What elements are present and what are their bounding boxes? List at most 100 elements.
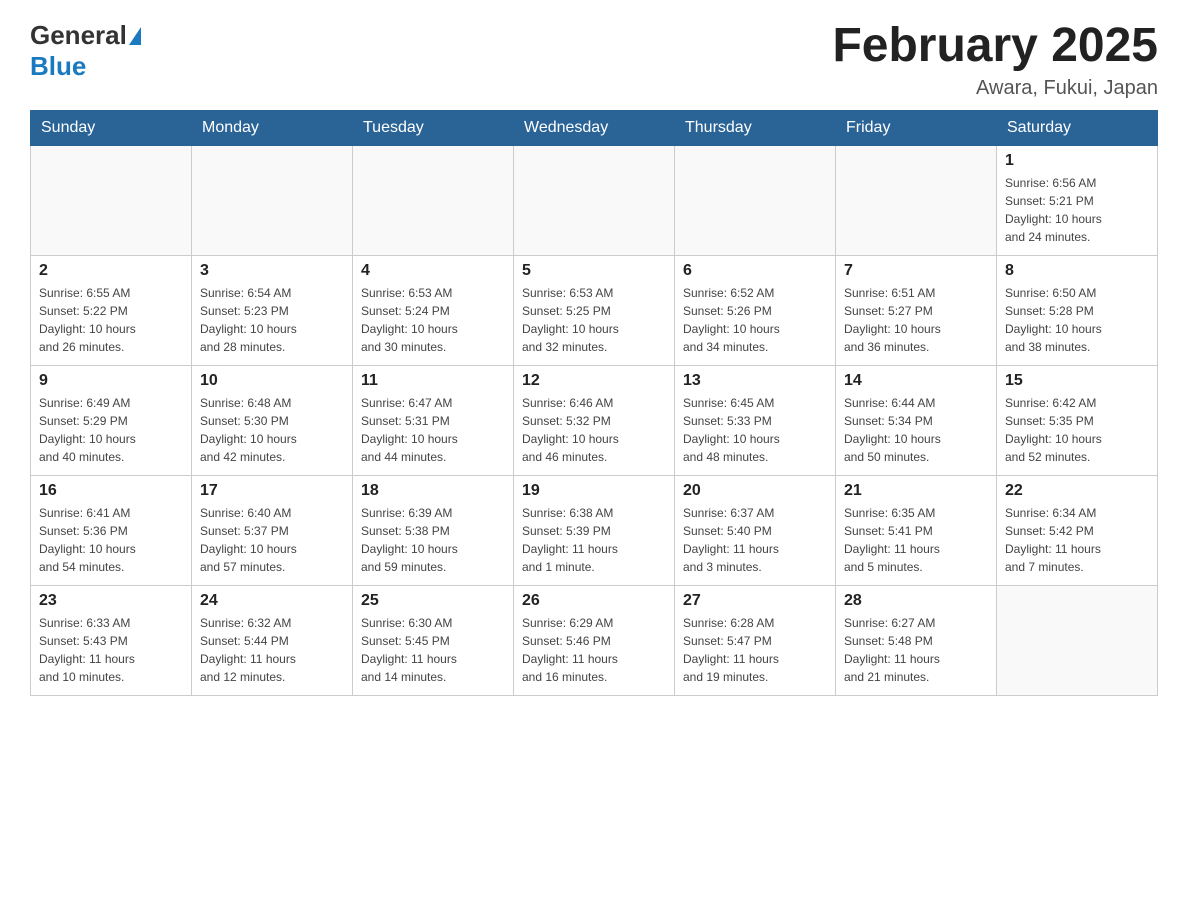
day-info: Sunrise: 6:40 AM Sunset: 5:37 PM Dayligh… — [200, 504, 344, 576]
day-info: Sunrise: 6:28 AM Sunset: 5:47 PM Dayligh… — [683, 614, 827, 686]
day-number: 16 — [39, 482, 183, 500]
day-info: Sunrise: 6:49 AM Sunset: 5:29 PM Dayligh… — [39, 394, 183, 466]
day-number: 7 — [844, 262, 988, 280]
day-info: Sunrise: 6:51 AM Sunset: 5:27 PM Dayligh… — [844, 284, 988, 356]
day-number: 15 — [1005, 372, 1149, 390]
day-number: 4 — [361, 262, 505, 280]
day-info: Sunrise: 6:32 AM Sunset: 5:44 PM Dayligh… — [200, 614, 344, 686]
calendar-cell: 7 Sunrise: 6:51 AM Sunset: 5:27 PM Daylig… — [836, 255, 997, 365]
day-info: Sunrise: 6:55 AM Sunset: 5:22 PM Dayligh… — [39, 284, 183, 356]
calendar-cell: 6 Sunrise: 6:52 AM Sunset: 5:26 PM Daylig… — [675, 255, 836, 365]
week-row-4: 16 Sunrise: 6:41 AM Sunset: 5:36 PM Dayli… — [31, 475, 1158, 585]
day-number: 13 — [683, 372, 827, 390]
calendar-cell: 14 Sunrise: 6:44 AM Sunset: 5:34 PM Dayli… — [836, 365, 997, 475]
calendar-cell: 27 Sunrise: 6:28 AM Sunset: 5:47 PM Dayli… — [675, 585, 836, 695]
calendar-cell — [836, 145, 997, 255]
day-number: 25 — [361, 592, 505, 610]
week-row-2: 2 Sunrise: 6:55 AM Sunset: 5:22 PM Daylig… — [31, 255, 1158, 365]
day-info: Sunrise: 6:56 AM Sunset: 5:21 PM Dayligh… — [1005, 174, 1149, 246]
day-info: Sunrise: 6:44 AM Sunset: 5:34 PM Dayligh… — [844, 394, 988, 466]
day-info: Sunrise: 6:41 AM Sunset: 5:36 PM Dayligh… — [39, 504, 183, 576]
day-number: 1 — [1005, 152, 1149, 170]
week-row-1: 1 Sunrise: 6:56 AM Sunset: 5:21 PM Daylig… — [31, 145, 1158, 255]
day-number: 21 — [844, 482, 988, 500]
day-info: Sunrise: 6:54 AM Sunset: 5:23 PM Dayligh… — [200, 284, 344, 356]
day-number: 9 — [39, 372, 183, 390]
weekday-header-wednesday: Wednesday — [514, 110, 675, 145]
day-number: 8 — [1005, 262, 1149, 280]
day-info: Sunrise: 6:48 AM Sunset: 5:30 PM Dayligh… — [200, 394, 344, 466]
calendar-cell — [192, 145, 353, 255]
day-info: Sunrise: 6:27 AM Sunset: 5:48 PM Dayligh… — [844, 614, 988, 686]
weekday-header-row: SundayMondayTuesdayWednesdayThursdayFrid… — [31, 110, 1158, 145]
day-number: 2 — [39, 262, 183, 280]
month-title: February 2025 — [832, 20, 1158, 73]
calendar-cell: 11Sunrise: 6:47 AM Sunset: 5:31 PM Dayli… — [353, 365, 514, 475]
day-number: 6 — [683, 262, 827, 280]
calendar-cell: 12 Sunrise: 6:46 AM Sunset: 5:32 PM Dayli… — [514, 365, 675, 475]
day-number: 22 — [1005, 482, 1149, 500]
day-number: 10 — [200, 372, 344, 390]
calendar-cell — [514, 145, 675, 255]
calendar-cell: 5Sunrise: 6:53 AM Sunset: 5:25 PM Daylig… — [514, 255, 675, 365]
day-info: Sunrise: 6:42 AM Sunset: 5:35 PM Dayligh… — [1005, 394, 1149, 466]
logo: General Blue — [30, 20, 141, 82]
day-number: 28 — [844, 592, 988, 610]
day-number: 14 — [844, 372, 988, 390]
calendar-cell: 1 Sunrise: 6:56 AM Sunset: 5:21 PM Daylig… — [997, 145, 1158, 255]
day-info: Sunrise: 6:38 AM Sunset: 5:39 PM Dayligh… — [522, 504, 666, 576]
calendar-cell: 4 Sunrise: 6:53 AM Sunset: 5:24 PM Daylig… — [353, 255, 514, 365]
calendar-cell: 20Sunrise: 6:37 AM Sunset: 5:40 PM Dayli… — [675, 475, 836, 585]
day-info: Sunrise: 6:33 AM Sunset: 5:43 PM Dayligh… — [39, 614, 183, 686]
calendar-cell: 24 Sunrise: 6:32 AM Sunset: 5:44 PM Dayli… — [192, 585, 353, 695]
calendar-cell: 21Sunrise: 6:35 AM Sunset: 5:41 PM Dayli… — [836, 475, 997, 585]
day-info: Sunrise: 6:47 AM Sunset: 5:31 PM Dayligh… — [361, 394, 505, 466]
day-info: Sunrise: 6:45 AM Sunset: 5:33 PM Dayligh… — [683, 394, 827, 466]
page-header: General Blue February 2025 Awara, Fukui,… — [30, 20, 1158, 100]
day-info: Sunrise: 6:52 AM Sunset: 5:26 PM Dayligh… — [683, 284, 827, 356]
calendar-cell: 26 Sunrise: 6:29 AM Sunset: 5:46 PM Dayli… — [514, 585, 675, 695]
calendar-cell: 3 Sunrise: 6:54 AM Sunset: 5:23 PM Daylig… — [192, 255, 353, 365]
day-info: Sunrise: 6:37 AM Sunset: 5:40 PM Dayligh… — [683, 504, 827, 576]
day-info: Sunrise: 6:50 AM Sunset: 5:28 PM Dayligh… — [1005, 284, 1149, 356]
calendar-cell: 2 Sunrise: 6:55 AM Sunset: 5:22 PM Daylig… — [31, 255, 192, 365]
day-number: 12 — [522, 372, 666, 390]
weekday-header-monday: Monday — [192, 110, 353, 145]
day-info: Sunrise: 6:29 AM Sunset: 5:46 PM Dayligh… — [522, 614, 666, 686]
week-row-3: 9 Sunrise: 6:49 AM Sunset: 5:29 PM Daylig… — [31, 365, 1158, 475]
day-number: 27 — [683, 592, 827, 610]
calendar-cell: 13 Sunrise: 6:45 AM Sunset: 5:33 PM Dayli… — [675, 365, 836, 475]
calendar-table: SundayMondayTuesdayWednesdayThursdayFrid… — [30, 110, 1158, 696]
calendar-cell — [675, 145, 836, 255]
calendar-cell: 8 Sunrise: 6:50 AM Sunset: 5:28 PM Daylig… — [997, 255, 1158, 365]
day-number: 3 — [200, 262, 344, 280]
day-info: Sunrise: 6:53 AM Sunset: 5:25 PM Dayligh… — [522, 284, 666, 356]
calendar-cell: 9 Sunrise: 6:49 AM Sunset: 5:29 PM Daylig… — [31, 365, 192, 475]
calendar-cell: 28 Sunrise: 6:27 AM Sunset: 5:48 PM Dayli… — [836, 585, 997, 695]
day-number: 23 — [39, 592, 183, 610]
calendar-cell: 18 Sunrise: 6:39 AM Sunset: 5:38 PM Dayli… — [353, 475, 514, 585]
calendar-cell: 15 Sunrise: 6:42 AM Sunset: 5:35 PM Dayli… — [997, 365, 1158, 475]
day-info: Sunrise: 6:53 AM Sunset: 5:24 PM Dayligh… — [361, 284, 505, 356]
day-info: Sunrise: 6:46 AM Sunset: 5:32 PM Dayligh… — [522, 394, 666, 466]
day-number: 24 — [200, 592, 344, 610]
location: Awara, Fukui, Japan — [832, 77, 1158, 100]
day-info: Sunrise: 6:30 AM Sunset: 5:45 PM Dayligh… — [361, 614, 505, 686]
weekday-header-thursday: Thursday — [675, 110, 836, 145]
calendar-cell: 25 Sunrise: 6:30 AM Sunset: 5:45 PM Dayli… — [353, 585, 514, 695]
weekday-header-sunday: Sunday — [31, 110, 192, 145]
weekday-header-friday: Friday — [836, 110, 997, 145]
day-number: 19 — [522, 482, 666, 500]
calendar-cell — [997, 585, 1158, 695]
day-number: 26 — [522, 592, 666, 610]
logo-blue: Blue — [30, 51, 86, 82]
calendar-cell: 17Sunrise: 6:40 AM Sunset: 5:37 PM Dayli… — [192, 475, 353, 585]
day-number: 18 — [361, 482, 505, 500]
week-row-5: 23 Sunrise: 6:33 AM Sunset: 5:43 PM Dayli… — [31, 585, 1158, 695]
calendar-cell: 23 Sunrise: 6:33 AM Sunset: 5:43 PM Dayli… — [31, 585, 192, 695]
logo-triangle-icon — [129, 27, 141, 45]
day-info: Sunrise: 6:39 AM Sunset: 5:38 PM Dayligh… — [361, 504, 505, 576]
calendar-cell: 10 Sunrise: 6:48 AM Sunset: 5:30 PM Dayli… — [192, 365, 353, 475]
title-area: February 2025 Awara, Fukui, Japan — [832, 20, 1158, 100]
weekday-header-tuesday: Tuesday — [353, 110, 514, 145]
